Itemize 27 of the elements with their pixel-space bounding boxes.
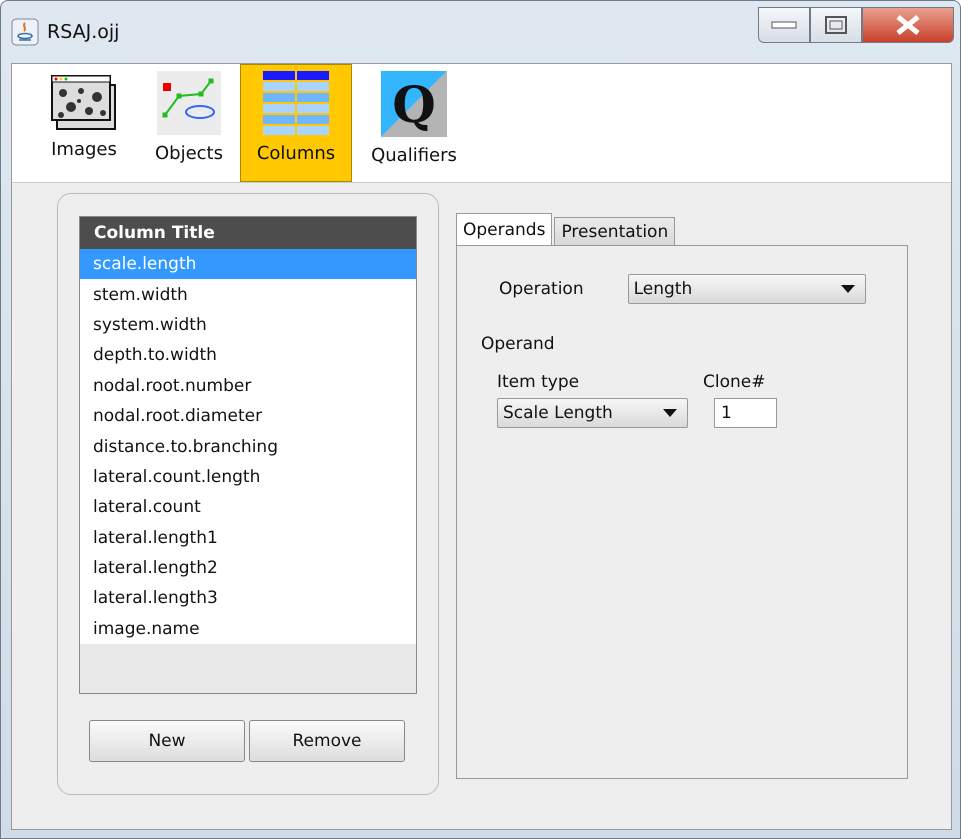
maximize-icon xyxy=(825,16,847,34)
minimize-icon xyxy=(771,21,797,29)
close-button[interactable] xyxy=(862,7,954,43)
window-title: RSAJ.ojj xyxy=(47,21,120,43)
minimize-button[interactable] xyxy=(758,7,810,43)
tab[interactable]: Operands xyxy=(456,213,552,245)
tab[interactable]: Presentation xyxy=(554,217,676,245)
clone-field[interactable]: 1 xyxy=(714,398,777,428)
operation-label: Operation xyxy=(499,279,584,299)
item-type-label: Item type xyxy=(497,372,580,392)
caret-icon xyxy=(663,409,677,417)
table-icon xyxy=(263,71,329,135)
clone-label: Clone# xyxy=(703,372,766,392)
column-header: Column Title xyxy=(80,217,416,249)
caret-icon xyxy=(840,285,855,293)
maximize-button[interactable] xyxy=(810,7,862,43)
remove-button[interactable]: Remove xyxy=(249,720,405,762)
toolbar-button[interactable]: Images xyxy=(30,64,138,182)
app-icon xyxy=(11,18,39,46)
item-type-dropdown[interactable]: Scale Length xyxy=(497,398,688,428)
operand-heading: Operand xyxy=(481,334,555,354)
toolbar-button[interactable]: Columns xyxy=(240,64,352,182)
new-button[interactable]: New xyxy=(89,720,245,762)
toolbar-button[interactable]: Objects xyxy=(138,64,240,182)
shapes-icon xyxy=(157,71,221,135)
operation-dropdown[interactable]: Length xyxy=(628,274,866,304)
close-icon xyxy=(895,15,921,35)
